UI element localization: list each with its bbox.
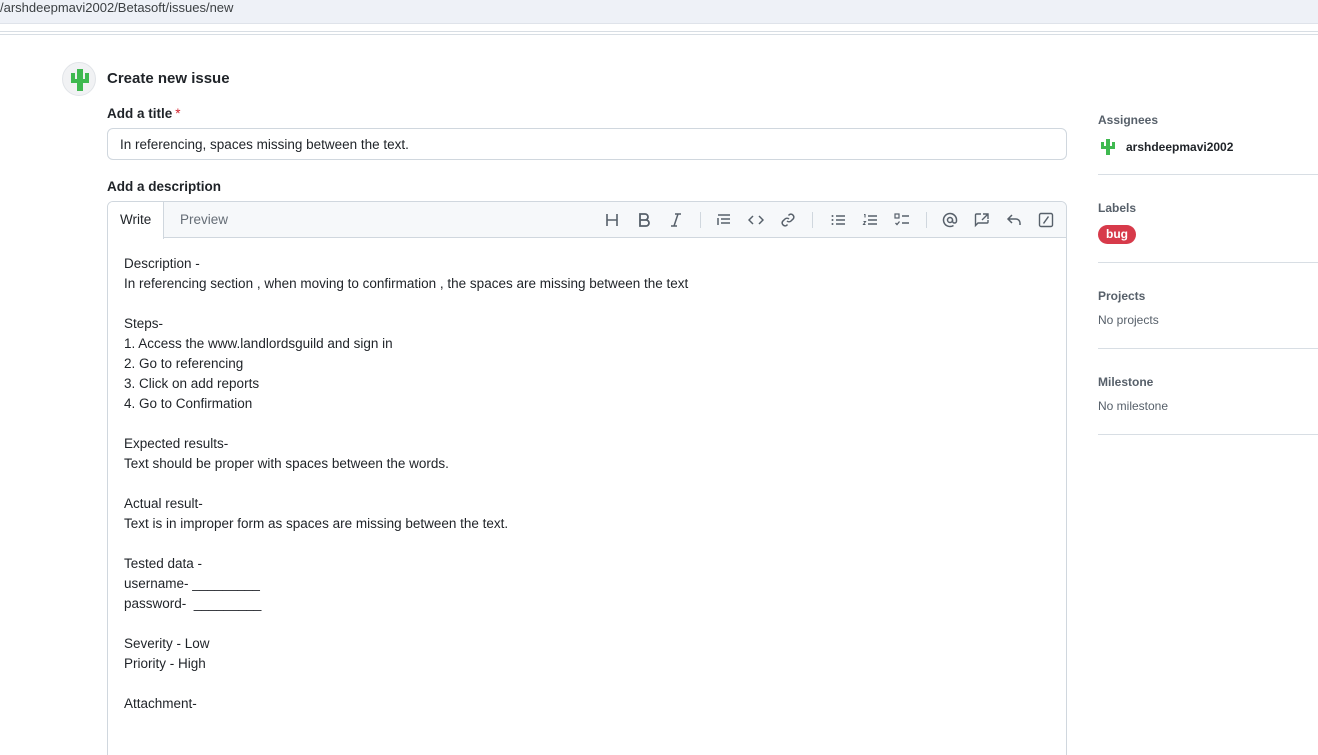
assignee-username[interactable]: arshdeepmavi2002 [1126,140,1233,154]
description-field-label: Add a description [107,179,222,194]
identicon-icon [71,69,89,91]
unordered-list-icon[interactable] [828,210,848,230]
toolbar-divider [812,212,813,228]
issue-title-input[interactable] [107,128,1067,160]
labels-heading[interactable]: Labels [1098,201,1318,215]
labels-section: Labels bug [1098,201,1318,263]
projects-section: Projects No projects [1098,289,1318,349]
ordered-list-icon[interactable] [860,210,880,230]
header-divider [0,31,1318,35]
title-label-text: Add a title [107,106,173,121]
quote-icon[interactable] [714,210,734,230]
url-text[interactable]: /arshdeepmavi2002/Betasoft/issues/new [0,0,233,16]
task-list-icon[interactable] [892,210,912,230]
browser-url-bar[interactable]: /arshdeepmavi2002/Betasoft/issues/new [0,0,1318,24]
title-field-label: Add a title * [107,106,181,121]
italic-icon[interactable] [666,210,686,230]
editor-toolbar: Write Preview [108,202,1066,239]
milestone-section: Milestone No milestone [1098,375,1318,435]
required-marker: * [175,106,181,121]
code-icon[interactable] [746,210,766,230]
assignees-heading[interactable]: Assignees [1098,113,1318,127]
label-bug[interactable]: bug [1098,225,1136,244]
projects-value: No projects [1098,313,1159,327]
milestone-value: No milestone [1098,399,1169,413]
tab-preview[interactable]: Preview [168,202,240,239]
assignees-section: Assignees arshdeepmavi2002 [1098,113,1318,175]
mention-icon[interactable] [940,210,960,230]
reply-icon[interactable] [1004,210,1024,230]
slash-command-icon[interactable] [1036,210,1056,230]
toolbar-divider [700,212,701,228]
link-icon[interactable] [778,210,798,230]
page-title: Create new issue [107,70,230,87]
description-editor: Write Preview Description - In referenci… [107,201,1067,755]
assignee-avatar-icon [1101,139,1115,155]
bold-icon[interactable] [634,210,654,230]
user-avatar[interactable] [62,62,96,96]
projects-heading[interactable]: Projects [1098,289,1318,303]
tab-write[interactable]: Write [108,202,165,239]
toolbar-divider [926,212,927,228]
assignee-item[interactable]: arshdeepmavi2002 [1098,137,1318,157]
reference-icon[interactable] [972,210,992,230]
milestone-heading[interactable]: Milestone [1098,375,1318,389]
heading-icon[interactable] [602,210,622,230]
description-textarea[interactable]: Description - In referencing section , w… [124,254,1044,714]
